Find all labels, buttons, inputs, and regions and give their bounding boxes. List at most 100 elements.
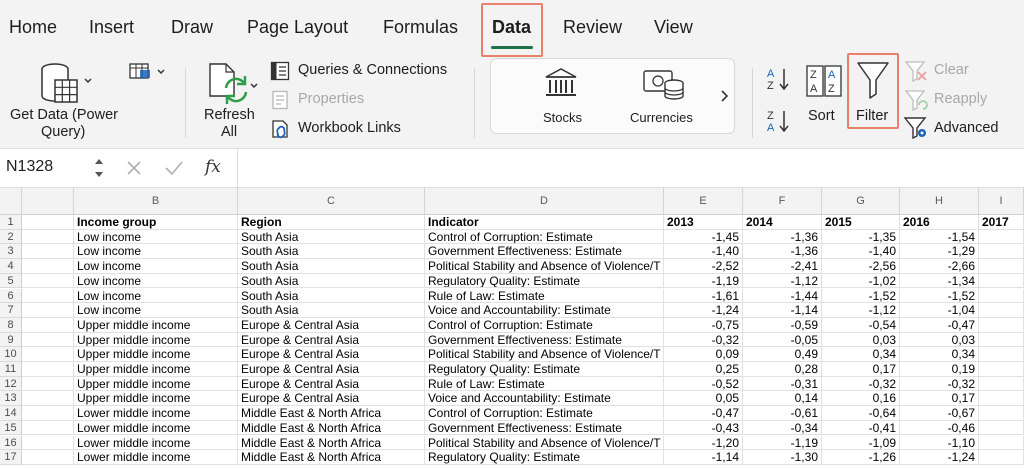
tab-formulas[interactable]: Formulas <box>383 17 458 38</box>
name-box-stepper-icon[interactable] <box>93 155 105 181</box>
table-cell[interactable]: -1,26 <box>822 450 900 465</box>
table-cell[interactable]: -1,14 <box>664 450 743 465</box>
tab-draw[interactable]: Draw <box>171 17 213 38</box>
table-cell[interactable]: -1,09 <box>822 435 900 451</box>
column-header[interactable]: H <box>900 188 979 215</box>
row-header[interactable]: 15 <box>0 420 22 436</box>
table-cell[interactable] <box>22 332 74 348</box>
row-header[interactable]: 2 <box>0 229 22 245</box>
table-cell[interactable]: 0,25 <box>664 362 743 377</box>
table-cell[interactable]: Regulatory Quality: Estimate <box>425 273 664 289</box>
table-cell[interactable]: -1,52 <box>822 288 900 304</box>
header-cell[interactable]: Region <box>238 215 425 230</box>
table-cell[interactable]: -2,41 <box>743 259 822 274</box>
table-cell[interactable]: -1,45 <box>664 229 743 245</box>
row-header[interactable]: 3 <box>0 244 22 260</box>
table-cell[interactable]: Political Stability and Absence of Viole… <box>425 259 664 274</box>
header-cell[interactable]: 2017 <box>979 215 1024 230</box>
row-header[interactable]: 7 <box>0 303 22 318</box>
table-cell[interactable]: -1,44 <box>743 288 822 304</box>
table-cell[interactable]: -1,36 <box>743 244 822 260</box>
table-cell[interactable]: South Asia <box>238 273 425 289</box>
table-cell[interactable]: -1,54 <box>900 229 979 245</box>
table-cell[interactable]: Low income <box>74 288 238 304</box>
row-header[interactable]: 16 <box>0 435 22 451</box>
table-cell[interactable]: -1,19 <box>743 435 822 451</box>
select-all-corner[interactable] <box>0 188 22 215</box>
table-cell[interactable]: -1,40 <box>822 244 900 260</box>
table-cell[interactable] <box>22 303 74 318</box>
column-header[interactable]: E <box>664 188 743 215</box>
table-cell[interactable] <box>979 229 1024 245</box>
table-cell[interactable]: -0,52 <box>664 376 743 392</box>
table-cell[interactable]: Political Stability and Absence of Viole… <box>425 347 664 362</box>
table-cell[interactable]: -1,34 <box>900 273 979 289</box>
tab-data[interactable]: Data <box>492 17 531 38</box>
table-cell[interactable]: Europe & Central Asia <box>238 362 425 377</box>
table-cell[interactable]: Europe & Central Asia <box>238 332 425 348</box>
table-cell[interactable]: -0,43 <box>664 420 743 436</box>
table-cell[interactable]: -1,19 <box>664 273 743 289</box>
table-cell[interactable]: Regulatory Quality: Estimate <box>425 450 664 465</box>
sort-ascending-icon[interactable]: A Z <box>766 66 792 92</box>
table-cell[interactable]: Control of Corruption: Estimate <box>425 229 664 245</box>
header-cell[interactable]: 2015 <box>822 215 900 230</box>
table-cell[interactable] <box>979 420 1024 436</box>
table-cell[interactable]: Low income <box>74 259 238 274</box>
table-cell[interactable]: -1,24 <box>900 450 979 465</box>
table-cell[interactable]: Upper middle income <box>74 317 238 333</box>
header-cell[interactable]: Indicator <box>425 215 664 230</box>
table-cell[interactable]: -1,24 <box>664 303 743 318</box>
table-cell[interactable]: Control of Corruption: Estimate <box>425 317 664 333</box>
table-cell[interactable]: Europe & Central Asia <box>238 347 425 362</box>
column-header[interactable]: I <box>979 188 1024 215</box>
row-header[interactable]: 12 <box>0 376 22 392</box>
column-header[interactable]: C <box>238 188 425 215</box>
table-cell[interactable]: South Asia <box>238 259 425 274</box>
table-cell[interactable]: -1,12 <box>822 303 900 318</box>
table-cell[interactable]: Rule of Law: Estimate <box>425 376 664 392</box>
insert-function-icon[interactable]: fx <box>205 157 221 177</box>
table-cell[interactable] <box>22 391 74 407</box>
table-cell[interactable]: -1,52 <box>900 288 979 304</box>
table-cell[interactable]: South Asia <box>238 288 425 304</box>
row-header[interactable]: 9 <box>0 332 22 348</box>
table-cell[interactable] <box>979 332 1024 348</box>
table-cell[interactable]: Rule of Law: Estimate <box>425 288 664 304</box>
table-cell[interactable] <box>22 435 74 451</box>
table-cell[interactable]: South Asia <box>238 244 425 260</box>
table-cell[interactable]: 0,16 <box>822 391 900 407</box>
table-cell[interactable]: -1,02 <box>822 273 900 289</box>
table-cell[interactable]: Low income <box>74 273 238 289</box>
row-header[interactable]: 4 <box>0 259 22 274</box>
column-header[interactable] <box>22 188 74 215</box>
table-cell[interactable]: Upper middle income <box>74 391 238 407</box>
tab-home[interactable]: Home <box>9 17 57 38</box>
table-cell[interactable]: Lower middle income <box>74 406 238 421</box>
tab-insert[interactable]: Insert <box>89 17 134 38</box>
header-cell[interactable]: 2014 <box>743 215 822 230</box>
table-cell[interactable]: -0,32 <box>664 332 743 348</box>
table-cell[interactable]: Political Stability and Absence of Viole… <box>425 435 664 451</box>
table-cell[interactable]: Government Effectiveness: Estimate <box>425 420 664 436</box>
header-cell[interactable]: Income group <box>74 215 238 230</box>
column-header[interactable]: G <box>822 188 900 215</box>
row-header[interactable]: 1 <box>0 215 22 230</box>
table-cell[interactable] <box>22 450 74 465</box>
table-cell[interactable]: South Asia <box>238 229 425 245</box>
table-cell[interactable]: -1,35 <box>822 229 900 245</box>
table-cell[interactable]: -1,04 <box>900 303 979 318</box>
table-cell[interactable]: -1,29 <box>900 244 979 260</box>
chevron-right-icon[interactable] <box>720 89 730 103</box>
row-header[interactable]: 13 <box>0 391 22 407</box>
table-cell[interactable] <box>22 406 74 421</box>
table-cell[interactable]: Government Effectiveness: Estimate <box>425 332 664 348</box>
table-cell[interactable] <box>979 435 1024 451</box>
table-cell[interactable]: -0,61 <box>743 406 822 421</box>
enter-check-icon[interactable] <box>164 159 184 177</box>
table-cell[interactable]: -0,41 <box>822 420 900 436</box>
table-cell[interactable]: Europe & Central Asia <box>238 391 425 407</box>
table-cell[interactable] <box>979 244 1024 260</box>
table-cell[interactable]: 0,34 <box>900 347 979 362</box>
table-cell[interactable]: -2,52 <box>664 259 743 274</box>
